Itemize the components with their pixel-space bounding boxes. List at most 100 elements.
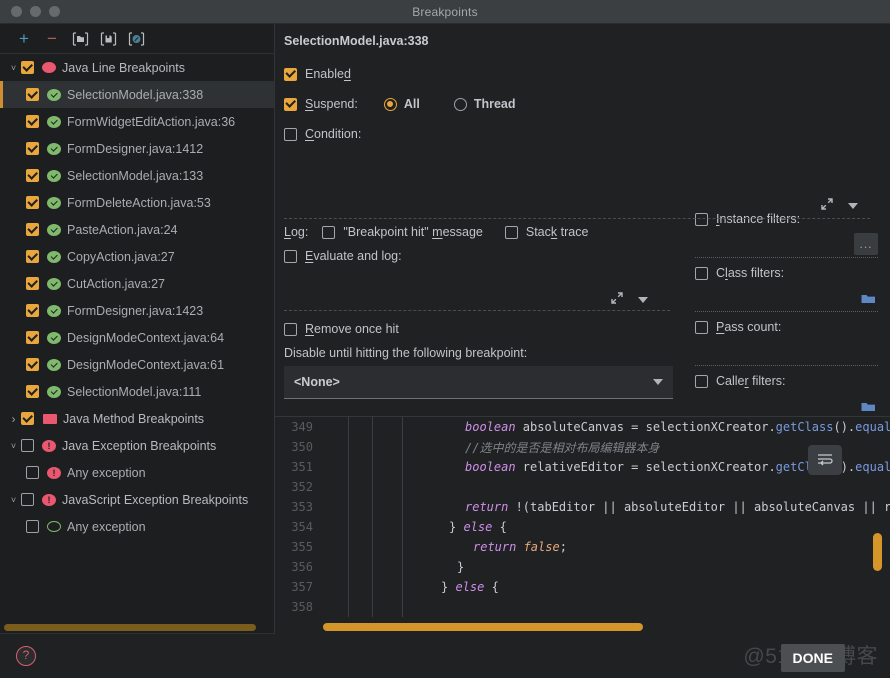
- condition-checkbox[interactable]: [284, 127, 297, 141]
- pass-count-field[interactable]: [695, 338, 878, 366]
- tree-group-row[interactable]: ˅! JavaScript Exception Breakpoints: [0, 486, 274, 513]
- save-breakpoints-icon[interactable]: [96, 28, 120, 50]
- log-message-checkbox[interactable]: [322, 225, 336, 239]
- tree-breakpoint-row[interactable]: DesignModeContext.java:64: [0, 324, 274, 351]
- group-checkbox[interactable]: [21, 61, 34, 74]
- add-breakpoint-button[interactable]: +: [12, 28, 36, 50]
- tree-breakpoint-row[interactable]: CopyAction.java:27: [0, 243, 274, 270]
- condition-expand-icon[interactable]: [820, 197, 834, 214]
- suspend-row[interactable]: Suspend: All Thread: [284, 92, 679, 116]
- group-breakpoints-icon[interactable]: [68, 28, 92, 50]
- group-checkbox[interactable]: [21, 412, 34, 425]
- chevron-down-icon[interactable]: ˅: [6, 63, 21, 73]
- class-filters-underline: [695, 311, 878, 312]
- suspend-thread-radio[interactable]: [453, 97, 467, 111]
- suspend-checkbox[interactable]: [284, 97, 297, 111]
- disable-until-combobox[interactable]: <None>: [284, 366, 673, 399]
- breakpoints-tree-pane: + − ˅ Java Line Breakpoints SelectionMod…: [0, 24, 275, 634]
- caller-filters-row[interactable]: Caller filters:: [695, 370, 878, 392]
- chevron-right-icon[interactable]: ›: [6, 412, 21, 426]
- instance-filters-ellipsis-button[interactable]: ...: [854, 233, 878, 255]
- breakpoint-checkbox[interactable]: [26, 115, 39, 128]
- tree-breakpoint-row[interactable]: FormWidgetEditAction.java:36: [0, 108, 274, 135]
- done-button[interactable]: DONE: [780, 644, 845, 672]
- chevron-down-icon[interactable]: ˅: [6, 495, 21, 505]
- breakpoint-checkbox[interactable]: [26, 466, 39, 479]
- tree-breakpoint-row[interactable]: PasteAction.java:24: [0, 216, 274, 243]
- breakpoint-checkbox[interactable]: [26, 520, 39, 533]
- tree-breakpoint-row[interactable]: SelectionModel.java:338: [0, 81, 274, 108]
- breakpoint-verified-green-icon: [47, 169, 61, 182]
- help-button[interactable]: ?: [16, 646, 36, 666]
- breakpoint-checkbox[interactable]: [26, 142, 39, 155]
- suspend-all-radio[interactable]: [383, 97, 397, 111]
- breakpoint-checkbox[interactable]: [26, 223, 39, 236]
- breakpoint-checkbox[interactable]: [26, 169, 39, 182]
- evaluate-expand-icon[interactable]: [610, 291, 624, 308]
- evaluate-and-log-row[interactable]: Evaluate and log:: [284, 244, 688, 268]
- breakpoint-checkbox[interactable]: [26, 88, 39, 101]
- code-horizontal-scrollbar-thumb[interactable]: [323, 623, 643, 631]
- maximize-window-button[interactable]: [49, 6, 60, 17]
- breakpoint-checkbox[interactable]: [26, 250, 39, 263]
- group-checkbox[interactable]: [21, 493, 34, 506]
- tree-breakpoint-row[interactable]: DesignModeContext.java:61: [0, 351, 274, 378]
- evaluate-input[interactable]: [284, 268, 670, 310]
- tree-scrollbar-thumb[interactable]: [4, 624, 256, 631]
- tree-breakpoint-row[interactable]: FormDesigner.java:1423: [0, 297, 274, 324]
- tree-breakpoint-row[interactable]: CutAction.java:27: [0, 270, 274, 297]
- code-line: 358: [275, 597, 890, 617]
- breakpoint-checkbox[interactable]: [26, 331, 39, 344]
- tree-breakpoint-row[interactable]: SelectionModel.java:133: [0, 162, 274, 189]
- evaluate-and-log-checkbox[interactable]: [284, 249, 297, 263]
- tree-breakpoint-row[interactable]: SelectionModel.java:111: [0, 378, 274, 405]
- pass-count-checkbox[interactable]: [695, 320, 708, 334]
- tree-horizontal-scrollbar[interactable]: [1, 623, 273, 632]
- remove-breakpoint-button[interactable]: −: [40, 28, 64, 50]
- breakpoint-checkbox[interactable]: [26, 196, 39, 209]
- tree-group-row[interactable]: ˅ Java Line Breakpoints: [0, 54, 274, 81]
- enabled-checkbox[interactable]: [284, 67, 297, 81]
- evaluate-and-log-label: Evaluate and log:: [305, 249, 402, 263]
- condition-row[interactable]: Condition:: [284, 122, 679, 146]
- evaluate-history-caret-icon[interactable]: [638, 296, 648, 303]
- close-window-button[interactable]: [11, 6, 22, 17]
- code-preview[interactable]: 349 boolean absoluteCanvas = selectionXCr…: [275, 416, 890, 634]
- tree-group-row[interactable]: › Java Method Breakpoints: [0, 405, 274, 432]
- class-filters-field[interactable]: [695, 284, 878, 312]
- remove-once-hit-row[interactable]: Remove once hit: [284, 317, 688, 341]
- class-filters-row[interactable]: Class filters:: [695, 262, 878, 284]
- mute-breakpoints-button[interactable]: [124, 28, 148, 50]
- instance-filters-field[interactable]: ...: [695, 230, 878, 258]
- code-vertical-scrollbar-thumb[interactable]: [873, 533, 882, 571]
- code-fold-guide: [321, 517, 349, 537]
- line-number: 358: [291, 600, 313, 614]
- breakpoint-checkbox[interactable]: [26, 385, 39, 398]
- breakpoint-checkbox[interactable]: [26, 304, 39, 317]
- minimize-window-button[interactable]: [30, 6, 41, 17]
- class-filters-folder-icon[interactable]: [861, 293, 876, 307]
- caller-filters-folder-icon[interactable]: [861, 401, 876, 415]
- caller-filters-checkbox[interactable]: [695, 374, 708, 388]
- breakpoints-tree[interactable]: ˅ Java Line Breakpoints SelectionModel.jav…: [0, 54, 274, 622]
- group-checkbox[interactable]: [21, 439, 34, 452]
- chevron-down-icon[interactable]: [653, 379, 663, 385]
- tree-breakpoint-row[interactable]: FormDeleteAction.java:53: [0, 189, 274, 216]
- condition-input[interactable]: [284, 180, 870, 218]
- log-stack-trace-checkbox[interactable]: [504, 225, 518, 239]
- tree-breakpoint-row[interactable]: Any exception: [0, 513, 274, 540]
- remove-once-hit-checkbox[interactable]: [284, 322, 297, 336]
- tree-group-row[interactable]: ˅! Java Exception Breakpoints: [0, 432, 274, 459]
- tree-breakpoint-row[interactable]: ! Any exception: [0, 459, 274, 486]
- breakpoint-checkbox[interactable]: [26, 277, 39, 290]
- chevron-down-icon[interactable]: ˅: [6, 441, 21, 451]
- soft-wrap-toggle-button[interactable]: [808, 445, 842, 475]
- pass-count-row[interactable]: Pass count:: [695, 316, 878, 338]
- condition-history-caret-icon[interactable]: [848, 202, 858, 209]
- enabled-row[interactable]: Enabled: [284, 62, 679, 86]
- instance-filters-underline: [695, 257, 878, 258]
- tree-breakpoint-row[interactable]: FormDesigner.java:1412: [0, 135, 274, 162]
- breakpoint-checkbox[interactable]: [26, 358, 39, 371]
- class-filters-checkbox[interactable]: [695, 266, 708, 280]
- code-token: return: [473, 540, 524, 554]
